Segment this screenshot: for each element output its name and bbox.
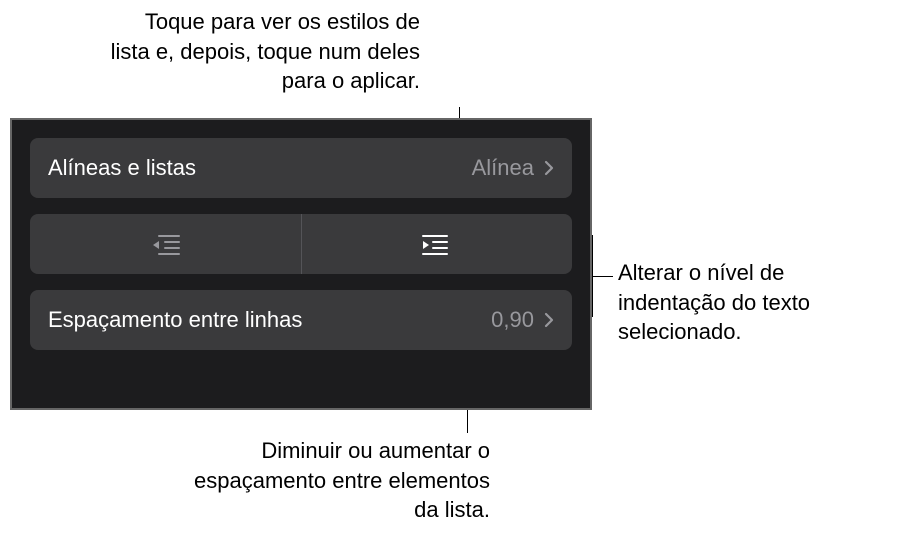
callout-line-spacing: Diminuir ou aumentar o espaçamento entre… [170, 436, 490, 525]
callout-indent-level: Alterar o nível de indentação do texto s… [618, 258, 888, 347]
indent-button[interactable] [302, 214, 573, 274]
chevron-right-icon [544, 312, 554, 328]
line-spacing-row[interactable]: Espaçamento entre linhas 0,90 [30, 290, 572, 350]
line-spacing-value: 0,90 [491, 307, 534, 333]
indent-controls-row [30, 214, 572, 274]
outdent-button[interactable] [30, 214, 301, 274]
line-spacing-label: Espaçamento entre linhas [48, 307, 491, 333]
outdent-icon [149, 232, 181, 256]
callout-line-right [593, 276, 613, 277]
chevron-right-icon [544, 160, 554, 176]
callout-list-styles: Toque para ver os estilos de lista e, de… [100, 7, 420, 96]
indent-icon [421, 232, 453, 256]
bullets-lists-value: Alínea [472, 155, 534, 181]
bullets-lists-label: Alíneas e listas [48, 155, 472, 181]
bullets-lists-row[interactable]: Alíneas e listas Alínea [30, 138, 572, 198]
format-panel: Alíneas e listas Alínea [10, 118, 592, 410]
